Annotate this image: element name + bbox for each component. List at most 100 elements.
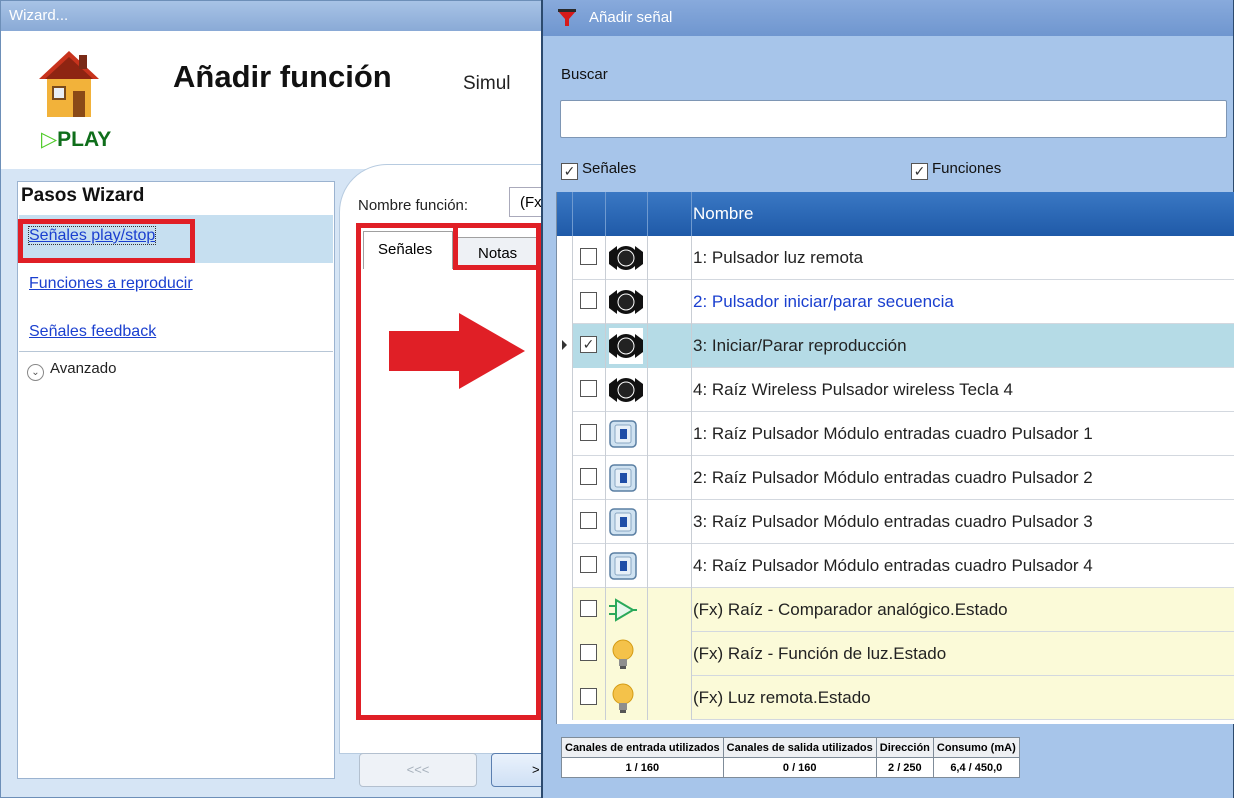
wizard-titlebar: Wizard... [1,1,547,31]
wizard-title: Añadir función [173,59,392,94]
row-name: 1: Raíz Pulsador Módulo entradas cuadro … [693,424,1093,443]
function-name-label: Nombre función: [358,197,469,214]
step-label: Funciones a reproducir [29,275,193,292]
row-check-cell [573,544,606,588]
input-channels-header: Canales de entrada utilizados [561,737,724,758]
row-check-cell [573,368,606,412]
play-logo: ▷PLAY [41,128,112,151]
row-extra-cell [648,412,692,456]
row-icon-cell [606,280,648,324]
row-indicator [557,588,573,632]
row-extra-cell [648,500,692,544]
back-button[interactable]: <<< [359,753,477,787]
table-row[interactable]: 2: Pulsador iniciar/parar secuencia [557,280,1234,324]
row-extra-cell [648,236,692,280]
row-name: 4: Raíz Pulsador Módulo entradas cuadro … [693,556,1093,575]
table-row[interactable]: (Fx) Raíz - Función de luz.Estado [557,632,1234,676]
advanced-label: Avanzado [50,360,117,377]
table-row[interactable]: 3: Raíz Pulsador Módulo entradas cuadro … [557,500,1234,544]
table-row[interactable]: ✓ 3: Iniciar/Parar reproducción [557,324,1234,368]
row-indicator [557,456,573,500]
row-icon-cell [606,456,648,500]
wizard-subtitle: Simul [463,73,511,94]
filter-functions-checkbox[interactable]: ✓ Funciones [911,160,1001,180]
row-icon-cell [606,676,648,720]
usage-summary-table: Canales de entrada utilizados Canales de… [561,737,1020,778]
row-indicator [557,544,573,588]
row-checkbox[interactable] [580,688,597,705]
table-row[interactable]: 2: Raíz Pulsador Módulo entradas cuadro … [557,456,1234,500]
steps-title: Pasos Wizard [21,185,145,206]
row-icon-cell [606,412,648,456]
row-indicator [557,632,573,676]
chevron-down-icon: ⌄ [27,364,44,381]
wizard-window: Wizard... ▷PLAY Añadir función Simul Pas… [0,0,548,798]
row-extra-cell [648,588,692,632]
row-name: 4: Raíz Wireless Pulsador wireless Tecla… [693,380,1013,399]
row-checkbox[interactable] [580,292,597,309]
highlight-box-step [18,219,195,263]
table-row[interactable]: (Fx) Raíz - Comparador analógico.Estado [557,588,1234,632]
row-name: 3: Iniciar/Parar reproducción [693,336,907,355]
header-name[interactable]: Nombre [693,204,753,224]
search-input[interactable] [560,100,1227,138]
row-icon-cell [606,544,648,588]
row-name: (Fx) Luz remota.Estado [693,688,871,707]
address-value: 2 / 250 [875,757,934,778]
table-row[interactable]: (Fx) Luz remota.Estado [557,676,1234,720]
row-check-cell [573,236,606,280]
row-checkbox[interactable] [580,556,597,573]
checkbox-checked-icon: ✓ [561,163,578,180]
row-name: 1: Pulsador luz remota [693,248,864,267]
address-header: Dirección [875,737,934,758]
row-checkbox[interactable] [580,644,597,661]
table-row[interactable]: 4: Raíz Pulsador Módulo entradas cuadro … [557,544,1234,588]
row-check-cell [573,632,606,676]
search-label: Buscar [561,66,608,83]
row-check-cell [573,456,606,500]
filter-signals-checkbox[interactable]: ✓ Señales [561,160,636,180]
dialog-titlebar: Añadir señal [543,0,1233,36]
row-icon-cell [606,368,648,412]
table-row[interactable]: 1: Pulsador luz remota [557,236,1234,280]
row-name: 3: Raíz Pulsador Módulo entradas cuadro … [693,512,1093,531]
row-checkbox[interactable] [580,248,597,265]
row-icon-cell [606,324,648,368]
input-channels-value: 1 / 160 [561,757,724,778]
row-check-cell [573,412,606,456]
row-checkbox[interactable] [580,468,597,485]
row-checkbox[interactable] [580,512,597,529]
step-functions-to-play[interactable]: Funciones a reproducir [19,263,333,311]
row-extra-cell [648,368,692,412]
row-indicator [557,280,573,324]
row-icon-cell [606,500,648,544]
output-channels-header: Canales de salida utilizados [722,737,877,758]
row-indicator [557,676,573,720]
checkbox-checked-icon: ✓ [911,163,928,180]
row-indicator [557,368,573,412]
row-icon-cell [606,588,648,632]
row-icon-cell [606,236,648,280]
row-checkbox[interactable] [580,424,597,441]
arrow-right-icon [389,313,525,389]
row-extra-cell [648,324,692,368]
table-row[interactable]: 1: Raíz Pulsador Módulo entradas cuadro … [557,412,1234,456]
signals-grid: Nombre 1: Pulsador luz remota 2: Pulsador… [556,192,1234,724]
grid-header: Nombre [557,192,1234,236]
row-name: (Fx) Raíz - Función de luz.Estado [693,644,947,663]
row-checkbox[interactable] [580,600,597,617]
output-channels-value: 0 / 160 [722,757,877,778]
table-row[interactable]: 4: Raíz Wireless Pulsador wireless Tecla… [557,368,1234,412]
row-checkbox[interactable]: ✓ [580,336,597,353]
next-button[interactable]: > [491,753,547,787]
row-name: 2: Raíz Pulsador Módulo entradas cuadro … [693,468,1093,487]
row-indicator [557,500,573,544]
header-cell-check [573,192,606,236]
current-row-marker-icon [562,340,567,350]
filter-functions-label: Funciones [932,160,1002,177]
filter-signals-label: Señales [582,160,637,177]
advanced-toggle[interactable]: ⌄ Avanzado [19,351,333,383]
house-logo-icon [39,51,99,117]
row-checkbox[interactable] [580,380,597,397]
row-indicator [557,324,573,368]
